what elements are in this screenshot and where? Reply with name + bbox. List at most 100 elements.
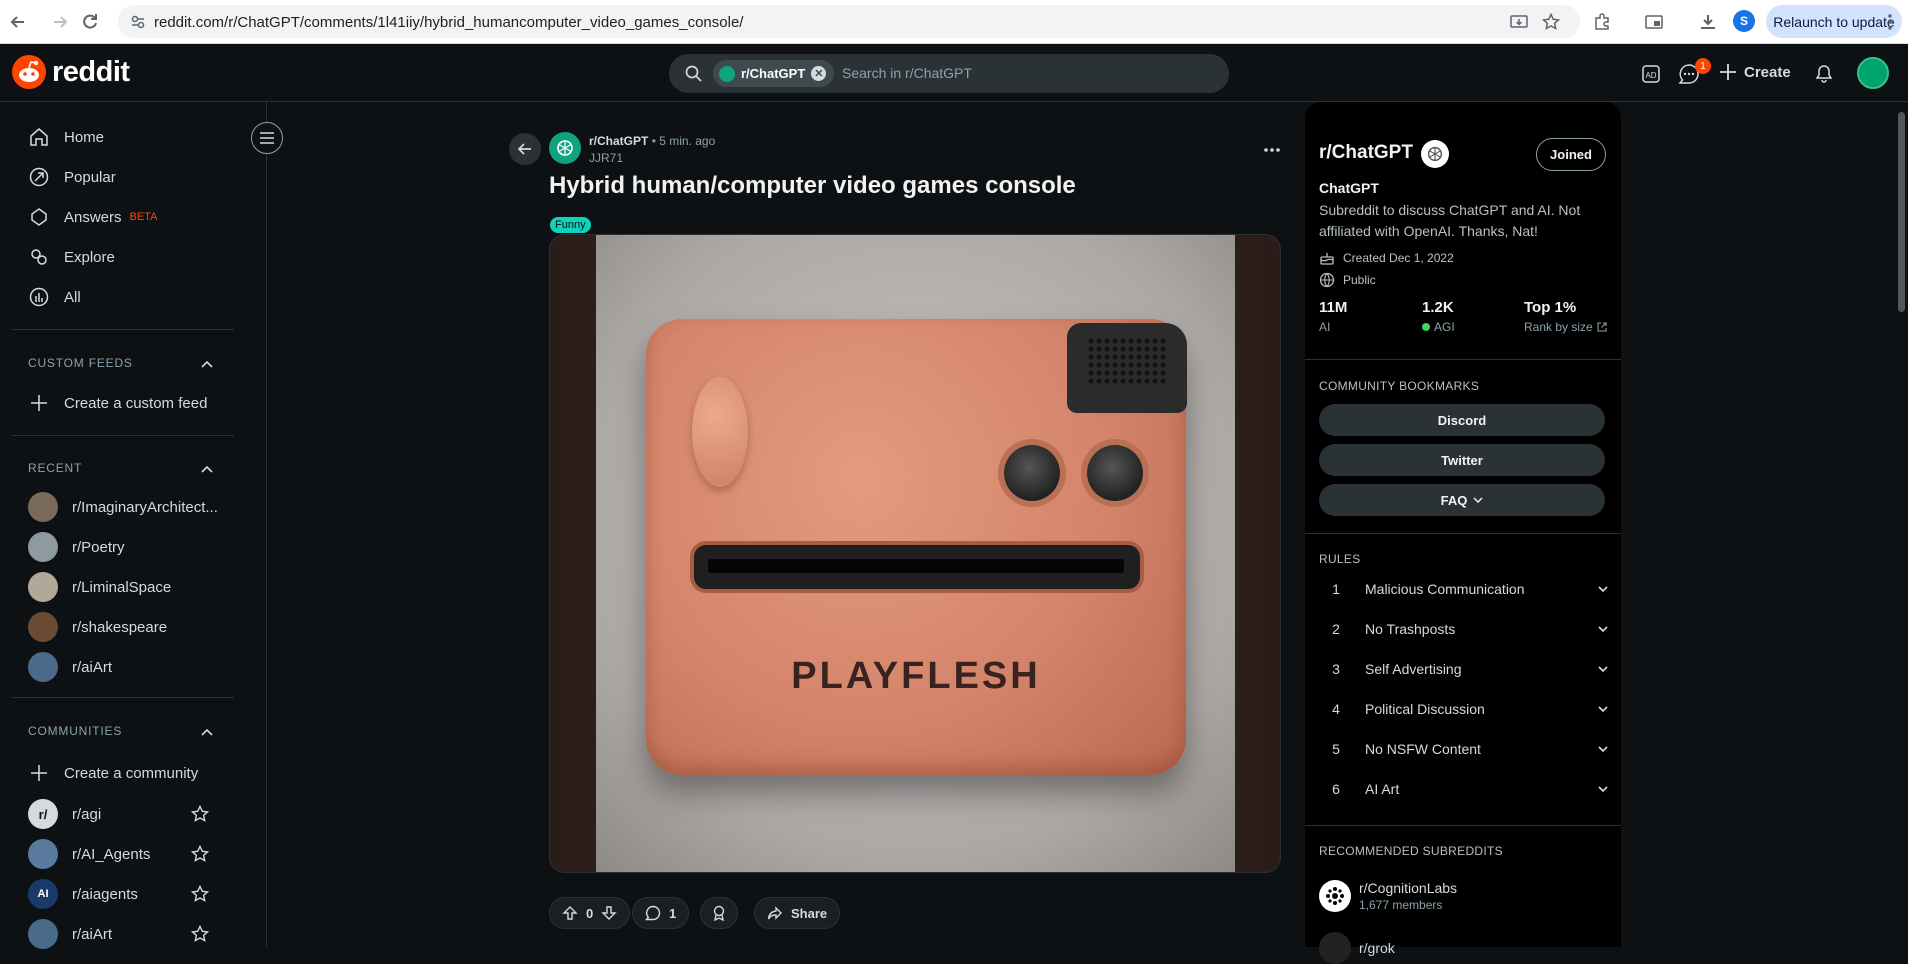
downloads-icon[interactable] <box>1694 8 1722 36</box>
post-author[interactable]: JJR71 <box>589 151 623 165</box>
create-post-button[interactable]: Create <box>1718 62 1791 82</box>
chevron-down-icon <box>1598 706 1608 713</box>
browser-profile-avatar[interactable]: S <box>1733 10 1755 32</box>
nav-popular[interactable]: Popular <box>28 166 116 188</box>
recent-item[interactable]: r/Poetry <box>28 532 125 562</box>
post-image[interactable]: PLAYFLESH <box>549 234 1281 873</box>
community-item[interactable]: r/AI_Agents <box>28 839 150 869</box>
back-button[interactable] <box>509 133 541 165</box>
rule-item[interactable]: 4 Political Discussion <box>1319 694 1609 724</box>
cake-icon <box>1320 253 1334 265</box>
recent-item[interactable]: r/ImaginaryArchitect... <box>28 492 218 522</box>
rule-item[interactable]: 1 Malicious Communication <box>1319 574 1609 604</box>
reddit-logo[interactable]: reddit <box>12 55 130 89</box>
svg-text:AD: AD <box>1645 71 1656 80</box>
chevron-down-icon <box>1598 746 1608 753</box>
favorite-star-icon[interactable] <box>191 885 209 903</box>
chevron-down-icon <box>1598 786 1608 793</box>
share-button[interactable]: Share <box>754 897 841 929</box>
clear-scope-icon[interactable]: ✕ <box>811 66 827 81</box>
bookmark-twitter[interactable]: Twitter <box>1319 444 1605 476</box>
recommended-subreddit[interactable]: r/CognitionLabs 1,677 members <box>1319 880 1457 912</box>
chevron-up-icon[interactable] <box>200 357 214 371</box>
bookmark-star-icon[interactable] <box>1542 13 1560 31</box>
rule-number: 4 <box>1332 701 1340 717</box>
comments-button[interactable]: 1 <box>632 897 690 929</box>
rule-text: No Trashposts <box>1365 621 1456 637</box>
reddit-wordmark: reddit <box>52 55 130 88</box>
downvote-icon[interactable] <box>601 905 617 921</box>
browser-menu-icon[interactable] <box>1876 8 1904 36</box>
rule-number: 1 <box>1332 581 1340 597</box>
subreddit-avatar <box>28 492 58 522</box>
nav-all[interactable]: All <box>28 286 81 308</box>
community-name[interactable]: r/ChatGPT <box>1319 142 1413 164</box>
notifications-bell-icon[interactable] <box>1811 61 1837 87</box>
advertise-icon[interactable]: AD <box>1638 61 1664 87</box>
rule-text: No NSFW Content <box>1365 741 1481 757</box>
scrollbar-thumb[interactable] <box>1898 112 1905 312</box>
install-app-icon[interactable] <box>1510 13 1528 31</box>
plus-icon <box>1720 64 1736 80</box>
award-button[interactable] <box>700 897 738 929</box>
favorite-star-icon[interactable] <box>191 925 209 943</box>
chatgpt-logo-icon <box>1421 140 1449 168</box>
nav-answers[interactable]: Answers BETA <box>28 206 157 228</box>
recent-item[interactable]: r/LiminalSpace <box>28 572 171 602</box>
rule-item[interactable]: 3 Self Advertising <box>1319 654 1609 684</box>
nav-label: Answers <box>64 208 122 226</box>
back-arrow-icon[interactable] <box>4 8 32 36</box>
favorite-star-icon[interactable] <box>191 805 209 823</box>
media-control-icon[interactable] <box>1640 8 1668 36</box>
rule-item[interactable]: 2 No Trashposts <box>1319 614 1609 644</box>
rank-value: Top 1% <box>1524 299 1577 316</box>
recent-label: r/LiminalSpace <box>72 578 172 596</box>
divider <box>12 697 234 698</box>
rule-text: Political Discussion <box>1365 701 1485 717</box>
community-description: Subreddit to discuss ChatGPT and AI. Not… <box>1319 202 1581 239</box>
user-avatar[interactable] <box>1857 57 1889 89</box>
chevron-up-icon[interactable] <box>200 462 214 476</box>
browser-toolbar: reddit.com/r/ChatGPT/comments/1l41iiy/hy… <box>0 0 1908 44</box>
plus-icon <box>28 762 50 784</box>
post-subreddit-link[interactable]: r/ChatGPT <box>589 134 648 148</box>
joined-button[interactable]: Joined <box>1536 138 1606 171</box>
community-item[interactable]: AI r/aiagents <box>28 879 138 909</box>
community-item[interactable]: r/aiArt <box>28 919 112 949</box>
upvote-icon[interactable] <box>562 905 578 921</box>
create-label: Create <box>1744 63 1791 81</box>
post-options-button[interactable] <box>1258 136 1286 164</box>
console-power-button <box>1087 445 1143 501</box>
recent-heading: RECENT <box>28 461 83 475</box>
collapse-sidebar-button[interactable] <box>251 122 283 154</box>
rank-link[interactable]: Rank by size <box>1524 320 1607 334</box>
search-bar[interactable]: r/ChatGPT ✕ Search in r/ChatGPT <box>669 54 1229 93</box>
search-input[interactable]: Search in r/ChatGPT <box>842 65 972 81</box>
search-scope-chip[interactable]: r/ChatGPT ✕ <box>713 60 835 87</box>
recent-item[interactable]: r/shakespeare <box>28 612 167 642</box>
rule-item[interactable]: 5 No NSFW Content <box>1319 734 1609 764</box>
bookmark-discord[interactable]: Discord <box>1319 404 1605 436</box>
chevron-down-icon <box>1598 586 1608 593</box>
favorite-star-icon[interactable] <box>191 845 209 863</box>
nav-home[interactable]: Home <box>28 126 104 148</box>
nav-explore[interactable]: Explore <box>28 246 115 268</box>
address-bar[interactable]: reddit.com/r/ChatGPT/comments/1l41iiy/hy… <box>118 5 1580 38</box>
extensions-icon[interactable] <box>1588 8 1616 36</box>
recent-item[interactable]: r/aiArt <box>28 652 112 682</box>
create-custom-feed[interactable]: Create a custom feed <box>28 392 207 414</box>
community-title: ChatGPT <box>1319 180 1379 196</box>
online-label: AGI <box>1422 320 1455 334</box>
rule-item[interactable]: 6 AI Art <box>1319 774 1609 804</box>
community-item[interactable]: r/ r/agi <box>28 799 101 829</box>
bookmark-faq[interactable]: FAQ <box>1319 484 1605 516</box>
post-time: • 5 min. ago <box>651 134 716 148</box>
forward-arrow-icon[interactable] <box>46 8 74 36</box>
site-info-icon[interactable] <box>130 14 146 30</box>
recommended-subreddit[interactable]: r/grok <box>1319 932 1395 964</box>
create-community[interactable]: Create a community <box>28 762 198 784</box>
subreddit-icon[interactable] <box>549 132 581 164</box>
post-flair[interactable]: Funny <box>550 217 591 233</box>
reload-icon[interactable] <box>76 8 104 36</box>
chevron-up-icon[interactable] <box>200 725 214 739</box>
